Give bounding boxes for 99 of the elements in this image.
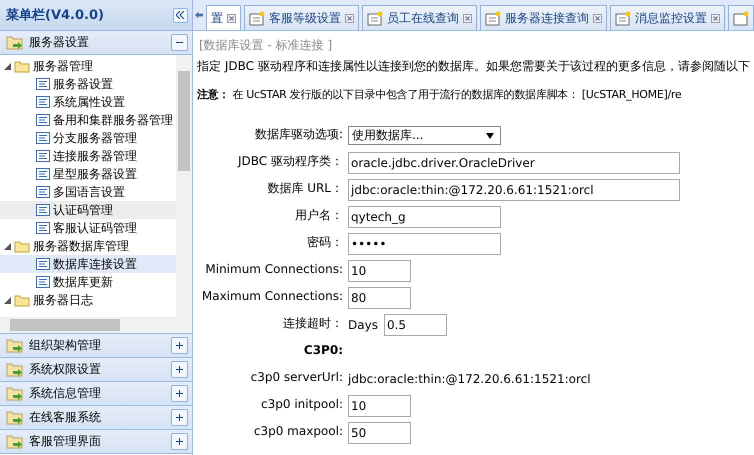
tab[interactable]: 置 bbox=[206, 5, 241, 30]
tree-item[interactable]: 数据库连接设置 bbox=[0, 255, 176, 273]
note-text: 注意： 在 UcSTAR 发行版的以下目录中包含了用于流行的数据库的数据库脚本： [UcSTAR_HOME]/re bbox=[197, 87, 682, 102]
folder-icon bbox=[14, 60, 30, 72]
tab[interactable]: 员工在线查询 bbox=[362, 5, 477, 30]
accordion-header[interactable]: 组织架构管理 bbox=[0, 334, 192, 358]
back-arrow-icon[interactable] bbox=[195, 9, 203, 21]
list-page-icon bbox=[36, 78, 50, 90]
folder-arrow-icon bbox=[6, 35, 24, 50]
input-field[interactable]: 0.5 bbox=[384, 314, 447, 336]
tab[interactable]: 服务器连接查询 bbox=[480, 5, 607, 30]
input-field[interactable]: oracle.jdbc.driver.OracleDriver bbox=[348, 152, 680, 174]
collapse-sidebar-button[interactable] bbox=[173, 8, 188, 22]
section-heading: C3P0: bbox=[304, 342, 343, 359]
close-icon[interactable] bbox=[463, 14, 472, 22]
folder-arrow-icon bbox=[6, 410, 24, 425]
close-icon[interactable] bbox=[227, 14, 236, 22]
list-page-icon bbox=[36, 222, 50, 234]
list-page-icon bbox=[36, 168, 50, 180]
list-page-icon bbox=[36, 258, 50, 270]
tree-item[interactable]: 连接服务器管理 bbox=[0, 147, 176, 165]
tab[interactable] bbox=[728, 5, 754, 30]
tree-item[interactable]: 系统属性设置 bbox=[0, 93, 176, 111]
close-icon[interactable] bbox=[711, 14, 720, 22]
close-icon[interactable] bbox=[345, 14, 354, 22]
unit-label: Days bbox=[348, 318, 378, 332]
sidebar-title: 菜单栏(V4.0.0) bbox=[6, 7, 104, 24]
expand-icon[interactable] bbox=[171, 337, 188, 354]
dropdown-arrow-icon bbox=[486, 132, 494, 138]
document-icon bbox=[615, 10, 631, 26]
document-icon bbox=[485, 10, 501, 26]
folder-icon bbox=[14, 294, 30, 306]
tree-item[interactable]: 备用和集群服务器管理 bbox=[0, 111, 176, 129]
accordion-header[interactable]: 客服管理界面 bbox=[0, 430, 192, 454]
expand-icon[interactable] bbox=[171, 409, 188, 426]
folder-arrow-icon bbox=[6, 434, 24, 449]
accordion-header[interactable]: 系统权限设置 bbox=[0, 358, 192, 382]
input-field[interactable]: jdbc:oracle:thin:@172.20.6.61:1521:orcl bbox=[348, 178, 680, 200]
vertical-scrollbar[interactable] bbox=[176, 55, 192, 317]
list-page-icon bbox=[36, 132, 50, 144]
expand-triangle-icon[interactable] bbox=[4, 62, 11, 70]
list-page-icon bbox=[36, 276, 50, 288]
list-page-icon bbox=[36, 186, 50, 198]
list-page-icon bbox=[36, 96, 50, 108]
input-field[interactable]: 10 bbox=[348, 260, 411, 282]
input-field[interactable]: 10 bbox=[348, 394, 411, 416]
accordion-header[interactable]: 服务器设置 bbox=[0, 31, 192, 55]
document-icon bbox=[249, 10, 265, 26]
field-label: c3p0 serverUrl: bbox=[250, 369, 343, 386]
collapse-icon[interactable] bbox=[171, 34, 188, 51]
tab[interactable]: 客服等级设置 bbox=[244, 5, 359, 30]
field-label: 用户名： bbox=[295, 207, 343, 224]
folder-icon bbox=[14, 240, 30, 252]
field-label: 数据库 URL： bbox=[267, 180, 343, 197]
folder-arrow-icon bbox=[6, 338, 24, 353]
tree-item[interactable]: 分支服务器管理 bbox=[0, 129, 176, 147]
close-icon[interactable] bbox=[593, 14, 602, 22]
horizontal-scrollbar[interactable] bbox=[0, 317, 192, 333]
intro-text: 指定 JDBC 驱动程序和连接属性以连接到您的数据库。如果您需要关于该过程的更多信息，请参阅随以下 bbox=[197, 58, 751, 75]
tree-item[interactable]: 多国语言设置 bbox=[0, 183, 176, 201]
field-label: 密码： bbox=[307, 234, 343, 251]
tree-folder[interactable]: 服务器日志 bbox=[0, 291, 176, 309]
breadcrumb: [数据库设置 - 标准连接 ] bbox=[198, 37, 334, 54]
list-page-icon bbox=[36, 150, 50, 162]
input-field[interactable]: ••••• bbox=[348, 232, 501, 254]
folder-arrow-icon bbox=[6, 386, 24, 401]
tab[interactable]: 消息监控设置 bbox=[610, 5, 725, 30]
list-page-icon bbox=[36, 114, 50, 126]
document-icon bbox=[733, 10, 749, 26]
folder-arrow-icon bbox=[6, 362, 24, 377]
document-icon bbox=[367, 10, 383, 26]
field-label: 数据库驱动选项: bbox=[254, 126, 343, 143]
expand-icon[interactable] bbox=[171, 433, 188, 450]
field-label: Minimum Connections: bbox=[205, 261, 343, 278]
field-label: c3p0 initpool: bbox=[261, 396, 343, 413]
double-chevron-left-icon bbox=[176, 11, 185, 19]
expand-icon[interactable] bbox=[171, 385, 188, 402]
field-label: JDBC 驱动程序类： bbox=[238, 153, 343, 170]
field-label: c3p0 maxpool: bbox=[254, 423, 343, 440]
driver-select[interactable]: 使用数据库... bbox=[348, 126, 501, 145]
tree-folder[interactable]: 服务器数据库管理 bbox=[0, 237, 176, 255]
tree-item[interactable]: 数据库更新 bbox=[0, 273, 176, 291]
input-field[interactable]: 50 bbox=[348, 422, 411, 444]
tree-item[interactable]: 服务器设置 bbox=[0, 75, 176, 93]
tree-item[interactable]: 星型服务器设置 bbox=[0, 165, 176, 183]
field-label: 连接超时： bbox=[283, 315, 343, 332]
field-value: jdbc:oracle:thin:@172.20.6.61:1521:orcl bbox=[348, 372, 591, 386]
expand-triangle-icon[interactable] bbox=[4, 242, 11, 250]
tree-item[interactable]: 客服认证码管理 bbox=[0, 219, 176, 237]
expand-icon[interactable] bbox=[171, 361, 188, 378]
field-label: Maximum Connections: bbox=[202, 288, 343, 305]
input-field[interactable]: qytech_g bbox=[348, 206, 501, 228]
tree-folder[interactable]: 服务器管理 bbox=[0, 57, 176, 75]
accordion-header[interactable]: 在线客服系统 bbox=[0, 406, 192, 430]
list-page-icon bbox=[36, 204, 50, 216]
expand-triangle-icon[interactable] bbox=[4, 296, 11, 304]
accordion-header[interactable]: 系统信息管理 bbox=[0, 382, 192, 406]
input-field[interactable]: 80 bbox=[348, 286, 411, 308]
tree-item[interactable]: 认证码管理 bbox=[0, 201, 176, 219]
